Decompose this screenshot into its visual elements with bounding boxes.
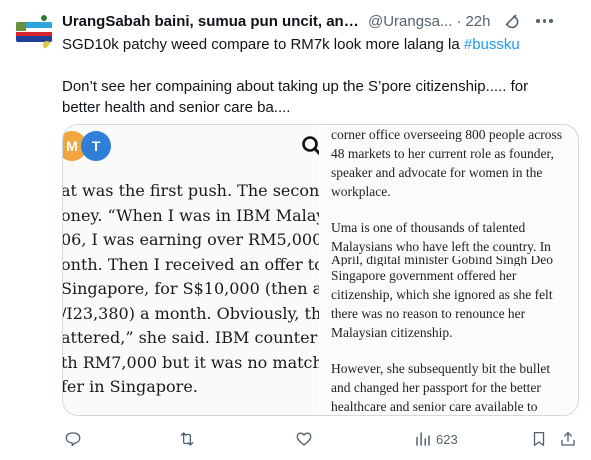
share-button[interactable]	[559, 430, 577, 448]
tweet-text-line-2: Don’t see her compaining about taking up…	[62, 78, 529, 95]
left-screenshot-image[interactable]: M T at was the first push. The second wa…	[63, 125, 319, 415]
more-icon[interactable]	[536, 19, 553, 23]
separator-dot: ·	[456, 12, 462, 30]
retweet-button[interactable]	[178, 430, 196, 448]
media-container[interactable]: M T at was the first push. The second wa…	[62, 124, 579, 416]
views-count: 623	[436, 431, 458, 447]
views-button[interactable]: 623	[414, 430, 458, 448]
article-line: speaker and advocate for women in the	[331, 165, 543, 180]
article-line: corner office overseeing 800 people acro…	[331, 127, 563, 142]
article-line: citizenship, which she ignored as she fe…	[331, 287, 553, 302]
right-screenshot-image[interactable]: corner office overseeing 800 people acro…	[321, 125, 578, 415]
article-line: Malaysians who have left the country. In	[331, 239, 551, 254]
article-line: healthcare and senior care available to	[331, 399, 538, 414]
views-icon	[416, 432, 430, 446]
left-article-text: at was the first push. The second wa one…	[63, 179, 319, 400]
reply-icon	[65, 432, 81, 447]
mt-logo-t: T	[81, 131, 111, 161]
tweet-text-line-1: SGD10k patchy weed compare to RM7k look …	[62, 36, 464, 53]
article-line: 06, I was earning over RM5,000 a	[63, 230, 319, 249]
bookmark-button[interactable]	[530, 430, 548, 448]
flag-avatar-icon[interactable]	[14, 12, 54, 52]
like-button[interactable]	[295, 430, 313, 448]
like-icon	[296, 432, 312, 446]
tweet-text: SGD10k patchy weed compare to RM7k look …	[62, 34, 577, 118]
tweet-text-line-3: better health and senior care ba....	[62, 99, 291, 116]
article-line: April, digital minister Gobind Singh Deo	[331, 256, 553, 266]
reply-button[interactable]	[64, 430, 82, 448]
article-line: oney. “When I was in IBM Malaysia i	[63, 205, 319, 225]
search-icon	[301, 135, 319, 157]
article-line: fer in Singapore.	[63, 377, 198, 396]
article-line: workplace.	[331, 184, 391, 199]
action-bar: 623	[62, 430, 577, 450]
display-name[interactable]: UrangSabah baini, sumua pun uncit, anak …	[62, 13, 362, 30]
article-line: th RM7,000 but it was no match for t	[63, 352, 319, 372]
article-line: Singapore government offered her	[331, 268, 517, 283]
retweet-icon	[180, 432, 194, 446]
article-line: /I23,380) a month. Obviously, that	[63, 303, 319, 323]
article-line: Malaysian citizenship.	[331, 325, 453, 340]
article-line: at was the first push. The second wa	[63, 181, 319, 200]
tweet-header: UrangSabah baini, sumua pun uncit, anak …	[62, 10, 577, 32]
article-line: However, she subsequently bit the bullet	[331, 361, 551, 376]
hashtag-link[interactable]: #bussku	[464, 36, 520, 53]
article-line: Singapore, for S$10,000 (then about	[63, 279, 319, 298]
article-line: onth. Then I received an offer to mov	[63, 254, 319, 274]
grok-icon[interactable]	[502, 12, 520, 30]
article-line: Uma is one of thousands of talented	[331, 220, 526, 235]
article-line: and changed her passport for the better	[331, 380, 541, 395]
mt-logo: M T	[63, 131, 111, 161]
timestamp[interactable]: 22h	[465, 13, 490, 30]
right-article-text: corner office overseeing 800 people acro…	[331, 125, 578, 415]
article-line: there was no reason to renounce her	[331, 306, 526, 321]
article-line: 48 markets to her current role as founde…	[331, 146, 554, 161]
bookmark-icon	[533, 431, 545, 447]
share-icon	[561, 431, 575, 446]
article-line: attered,” she said. IBM counter offere	[63, 328, 319, 347]
user-handle[interactable]: @Urangsa...	[368, 13, 452, 30]
